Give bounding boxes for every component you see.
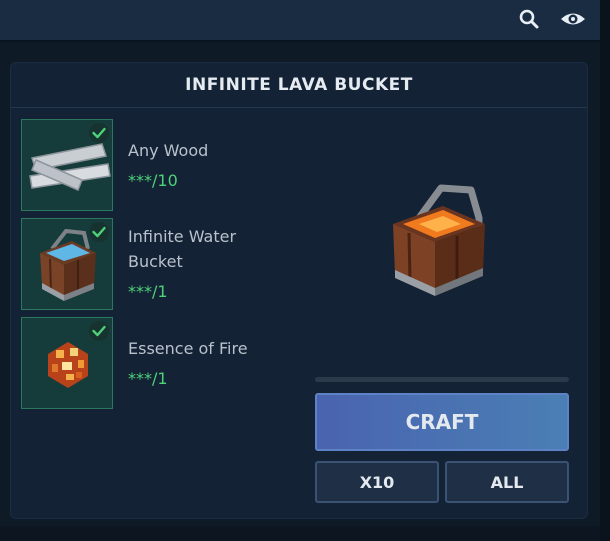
- craft-x10-button[interactable]: X10: [315, 461, 439, 503]
- lava-bucket-icon: [393, 184, 485, 296]
- ingredient-slot-essence-of-fire[interactable]: [21, 317, 113, 409]
- check-icon: [89, 123, 109, 143]
- ingredient-name: Infinite Water Bucket: [128, 227, 237, 271]
- bottom-edge: [0, 526, 600, 541]
- recipe-header: INFINITE LAVA BUCKET: [11, 63, 587, 108]
- ingredient-slot-wood[interactable]: [21, 119, 113, 211]
- craft-all-button[interactable]: ALL: [445, 461, 569, 503]
- recipe-panel: INFINITE LAVA BUCKET Any Wood ***/10 Inf…: [10, 62, 588, 519]
- ingredient-count: ***/1: [128, 282, 168, 301]
- recipe-title: INFINITE LAVA BUCKET: [185, 75, 413, 95]
- check-icon: [89, 222, 109, 242]
- ingredient-name: Any Wood: [128, 141, 209, 160]
- ingredient-slot-water-bucket[interactable]: [21, 218, 113, 310]
- eye-icon[interactable]: [560, 6, 586, 32]
- top-bar: [0, 0, 600, 42]
- craft-progress-bar: [315, 377, 569, 382]
- search-icon[interactable]: [516, 6, 542, 32]
- ingredient-count: ***/10: [128, 171, 178, 190]
- ingredient-count: ***/1: [128, 369, 168, 388]
- check-icon: [89, 321, 109, 341]
- ingredient-name: Essence of Fire: [128, 339, 248, 358]
- window-edge: [600, 0, 610, 541]
- craft-button[interactable]: CRAFT: [315, 393, 569, 451]
